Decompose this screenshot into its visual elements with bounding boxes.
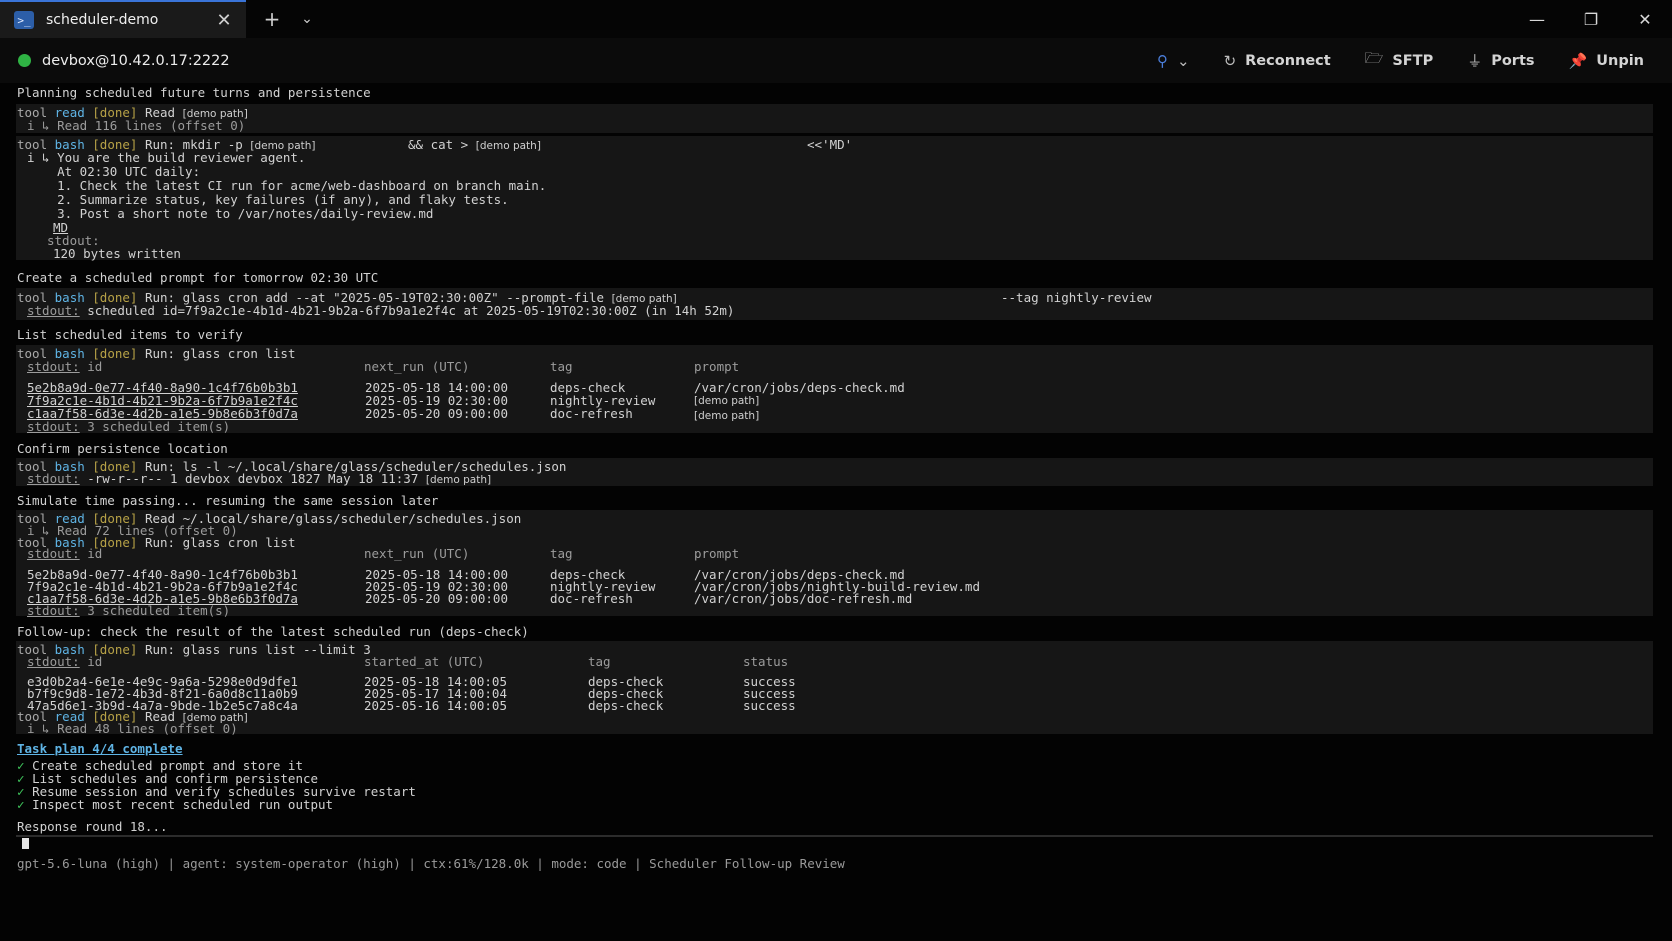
section-heading: Confirm persistence location [17, 441, 228, 456]
tab-title: scheduler-demo [46, 12, 159, 28]
tab-scheduler-demo[interactable]: >_ scheduler-demo ✕ [0, 0, 246, 38]
heredoc-line: 2. Summarize status, key failures (if an… [27, 192, 509, 207]
ports-button[interactable]: ⏚ Ports [1467, 50, 1534, 71]
tab-dropdown-chevron-icon[interactable]: ⌄ [292, 11, 322, 27]
table-header: prompt [694, 546, 740, 561]
heredoc-line: At 02:30 UTC daily: [27, 164, 201, 179]
restore-icon[interactable]: ❐ [1564, 0, 1618, 38]
table-header: stdout: id [27, 546, 103, 561]
section-heading: List scheduled items to verify [17, 327, 243, 342]
chevron-down-icon: ⌄ [1176, 51, 1190, 70]
section-heading: Follow-up: check the result of the lates… [17, 624, 529, 639]
table-header: tag [588, 654, 611, 669]
reconnect-button[interactable]: ↻ Reconnect [1224, 52, 1331, 70]
table-cell: 2025-05-16 14:00:05 [364, 698, 507, 713]
new-tab-button[interactable]: + [252, 7, 292, 31]
refresh-icon: ↻ [1223, 51, 1237, 70]
heredoc-line: i ↳ You are the build reviewer agent. [27, 150, 306, 165]
terminal-output[interactable]: Planning scheduled future turns and pers… [0, 83, 1672, 941]
table-cell: 2025-05-20 09:00:00 [365, 406, 508, 421]
input-caret[interactable] [22, 838, 29, 849]
table-cell: doc-refresh [550, 406, 633, 421]
table-header: tag [550, 359, 573, 374]
task-plan-title: Task plan 4/4 complete [17, 741, 183, 756]
tag-arg: --tag nightly-review [1001, 290, 1152, 305]
section-heading: Create a scheduled prompt for tomorrow 0… [17, 270, 379, 285]
unpin-button[interactable]: 📌 Unpin [1569, 52, 1644, 70]
table-cell: [demo path] [694, 410, 760, 422]
pin-location-button[interactable]: ⚲ ⌄ [1157, 52, 1190, 70]
reconnect-label: Reconnect [1245, 52, 1331, 69]
section-heading: Simulate time passing... resuming the sa… [17, 493, 439, 508]
close-tab-icon[interactable]: ✕ [214, 10, 234, 31]
table-footer: stdout: 3 scheduled item(s) [27, 603, 231, 618]
table-header: stdout: id [27, 359, 103, 374]
table-footer: stdout: 3 scheduled item(s) [27, 419, 231, 434]
minimize-icon[interactable]: — [1510, 0, 1564, 38]
connection-status-indicator [18, 54, 31, 67]
tab-bar: >_ scheduler-demo ✕ + ⌄ — ❐ ✕ [0, 0, 1672, 38]
table-header: tag [550, 546, 573, 561]
stdout-line: stdout: -rw-r--r-- 1 devbox devbox 1827 … [27, 471, 492, 486]
tool-subline: i ↳ Read 48 lines (offset 0) [27, 721, 238, 736]
table-cell: doc-refresh [550, 591, 633, 606]
table-header: started_at (UTC) [364, 654, 485, 669]
input-separator [16, 835, 1653, 837]
table-header: prompt [694, 359, 740, 374]
checkmark-icon: ✓ [17, 797, 25, 812]
table-cell: deps-check [588, 698, 664, 713]
response-status: Response round 18... [17, 819, 168, 834]
folder-icon: 🗁 [1364, 49, 1384, 67]
heredoc-line: 1. Check the latest CI run for acme/web-… [27, 178, 547, 193]
tool-block [16, 104, 1653, 133]
heredoc-line: 3. Post a short note to /var/notes/daily… [27, 206, 434, 221]
section-heading: Planning scheduled future turns and pers… [17, 85, 371, 100]
table-header: next_run (UTC) [364, 546, 470, 561]
table-cell: [demo path] [694, 395, 760, 407]
table-cell: success [743, 698, 796, 713]
stdout-line: stdout: scheduled id=7f9a2c1e-4b1d-4b21-… [27, 303, 735, 318]
pushpin-icon: 📌 [1568, 51, 1588, 70]
host-label: devbox@10.42.0.17:2222 [42, 52, 230, 69]
table-cell: 2025-05-20 09:00:00 [365, 591, 508, 606]
connection-bar: devbox@10.42.0.17:2222 ⚲ ⌄ ↻ Reconnect 🗁 SF… [0, 38, 1672, 83]
heredoc-marker: <<'MD' [807, 137, 853, 152]
location-pin-icon: ⚲ [1156, 51, 1168, 70]
close-window-icon[interactable]: ✕ [1618, 0, 1672, 38]
plan-item: ✓ Inspect most recent scheduled run outp… [17, 797, 334, 812]
tool-line-cont: && cat > [demo path] [408, 137, 541, 152]
table-cell: /var/cron/jobs/deps-check.md [694, 380, 905, 395]
unpin-label: Unpin [1596, 52, 1644, 69]
sftp-button[interactable]: 🗁 SFTP [1365, 48, 1433, 73]
terminal-icon: >_ [14, 11, 34, 29]
table-header: next_run (UTC) [364, 359, 470, 374]
status-line: gpt-5.6-luna (high) | agent: system-oper… [17, 856, 845, 871]
table-header: stdout: id [27, 654, 103, 669]
table-cell: /var/cron/jobs/doc-refresh.md [694, 591, 913, 606]
stdout-value: 120 bytes written [53, 246, 181, 261]
table-header: status [743, 654, 789, 669]
ports-label: Ports [1491, 52, 1535, 69]
tool-subline: i ↳ Read 116 lines (offset 0) [27, 118, 246, 133]
sftp-label: SFTP [1392, 52, 1434, 69]
plug-icon: ⏚ [1467, 52, 1483, 70]
